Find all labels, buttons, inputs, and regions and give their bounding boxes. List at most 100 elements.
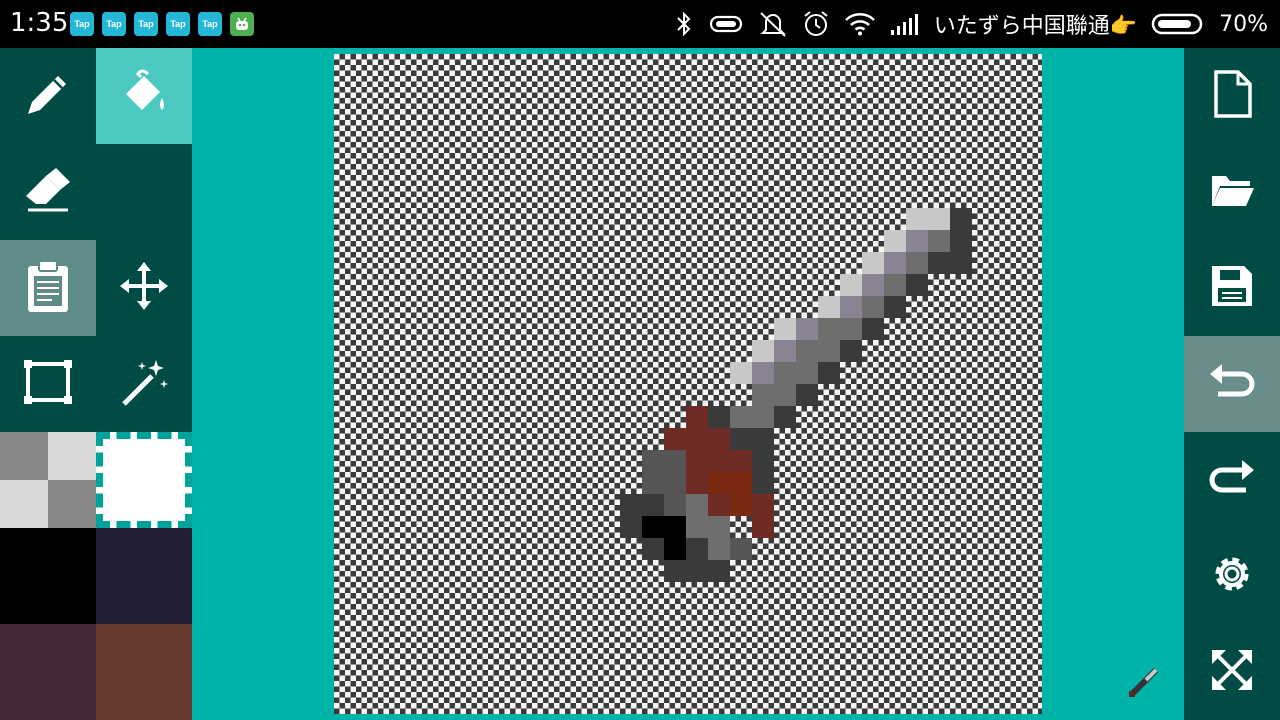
canvas-pixel <box>642 494 664 516</box>
canvas-pixel <box>686 516 708 538</box>
canvas-pixel <box>620 494 642 516</box>
rectangle-select-tool[interactable] <box>0 336 96 432</box>
transparent-color-swatch[interactable] <box>0 432 96 528</box>
canvas-pixel <box>708 406 730 428</box>
status-time: 1:35 <box>10 8 69 38</box>
redo-button[interactable] <box>1184 432 1280 528</box>
white-color-swatch-selected[interactable] <box>96 432 192 528</box>
canvas-pixel <box>906 274 928 296</box>
canvas-pixel <box>862 318 884 340</box>
gear-icon <box>1208 550 1256 603</box>
canvas-pixel <box>774 362 796 384</box>
canvas-pixel <box>796 362 818 384</box>
alarm-icon <box>802 10 830 38</box>
pixel-canvas[interactable] <box>334 54 1042 714</box>
fill-bucket-tool[interactable] <box>96 48 192 144</box>
tap-notification-icon: Tap <box>102 12 126 36</box>
canvas-pixel <box>686 494 708 516</box>
eraser-tool[interactable] <box>0 144 96 240</box>
canvas-pixel <box>730 472 752 494</box>
canvas-pixel <box>708 428 730 450</box>
canvas-pixel <box>906 252 928 274</box>
canvas-pixel <box>840 340 862 362</box>
magic-wand-tool[interactable] <box>96 336 192 432</box>
canvas-pixel <box>730 428 752 450</box>
canvas-pixel <box>708 472 730 494</box>
canvas-pixel <box>752 494 774 516</box>
canvas-pixel <box>642 516 664 538</box>
tap-notification-icon: Tap <box>134 12 158 36</box>
undo-button[interactable] <box>1184 336 1280 432</box>
canvas-pixel <box>950 252 972 274</box>
canvas-pixel <box>752 362 774 384</box>
tool-panel <box>0 48 192 720</box>
new-file-button[interactable] <box>1184 48 1280 144</box>
canvas-pixel <box>884 252 906 274</box>
canvas-pixel <box>708 538 730 560</box>
canvas-pixel <box>664 472 686 494</box>
canvas-pixel <box>686 472 708 494</box>
color-swatch[interactable] <box>96 528 192 624</box>
canvas-pixel <box>752 406 774 428</box>
canvas-pixel <box>862 274 884 296</box>
settings-button[interactable] <box>1184 528 1280 624</box>
canvas-pixel <box>774 318 796 340</box>
fill-bucket-icon <box>118 68 170 125</box>
tap-notification-icon: Tap <box>70 12 94 36</box>
file-toolbar <box>1184 48 1280 720</box>
canvas-pixel <box>730 406 752 428</box>
move-tool[interactable] <box>96 240 192 336</box>
canvas-pixel <box>664 538 686 560</box>
redo-icon <box>1208 456 1256 505</box>
eraser-icon <box>22 164 74 221</box>
expand-arrows-icon <box>1208 646 1256 699</box>
magic-wand-icon <box>118 356 170 413</box>
canvas-pixel <box>796 340 818 362</box>
android-notification-icon <box>230 12 254 36</box>
canvas-pixel <box>708 516 730 538</box>
canvas-pixel <box>686 428 708 450</box>
carrier-label: いたずら中国聯通👉 <box>933 14 1138 39</box>
canvas-pixel <box>884 274 906 296</box>
canvas-pixel <box>664 450 686 472</box>
canvas-pixel <box>730 362 752 384</box>
canvas-pixel <box>818 362 840 384</box>
folder-open-icon <box>1208 170 1256 215</box>
canvas-pixel <box>818 296 840 318</box>
canvas-pixel <box>862 252 884 274</box>
color-swatch[interactable] <box>96 624 192 720</box>
clipboard-tool[interactable] <box>0 240 96 336</box>
canvas-pixel <box>664 494 686 516</box>
canvas-pixel <box>840 318 862 340</box>
canvas-pixel <box>774 384 796 406</box>
fullscreen-button[interactable] <box>1184 624 1280 720</box>
canvas-pixel <box>686 450 708 472</box>
canvas-pixel <box>818 318 840 340</box>
save-button[interactable] <box>1184 240 1280 336</box>
canvas-pixel <box>686 560 708 582</box>
rectangle-icon <box>22 356 74 413</box>
canvas-pixel <box>708 494 730 516</box>
mute-icon <box>758 10 788 38</box>
brush-indicator-icon <box>1126 664 1162 705</box>
canvas-pixel <box>928 208 950 230</box>
canvas-pixel <box>752 340 774 362</box>
pencil-icon <box>22 68 74 125</box>
canvas-pixel <box>796 384 818 406</box>
new-file-icon <box>1210 68 1254 125</box>
color-swatch[interactable] <box>0 528 96 624</box>
canvas-pixel <box>752 472 774 494</box>
canvas-pixel <box>752 450 774 472</box>
canvas-pixel <box>840 274 862 296</box>
color-swatch[interactable] <box>0 624 96 720</box>
canvas-pixel <box>664 516 686 538</box>
canvas-pixel <box>664 560 686 582</box>
canvas-pixel <box>730 538 752 560</box>
pencil-tool[interactable] <box>0 48 96 144</box>
open-file-button[interactable] <box>1184 144 1280 240</box>
vibrate-icon <box>708 12 744 36</box>
canvas-pixel <box>730 450 752 472</box>
bluetooth-icon <box>674 11 694 37</box>
canvas-pixel <box>730 494 752 516</box>
canvas-pixel <box>950 208 972 230</box>
